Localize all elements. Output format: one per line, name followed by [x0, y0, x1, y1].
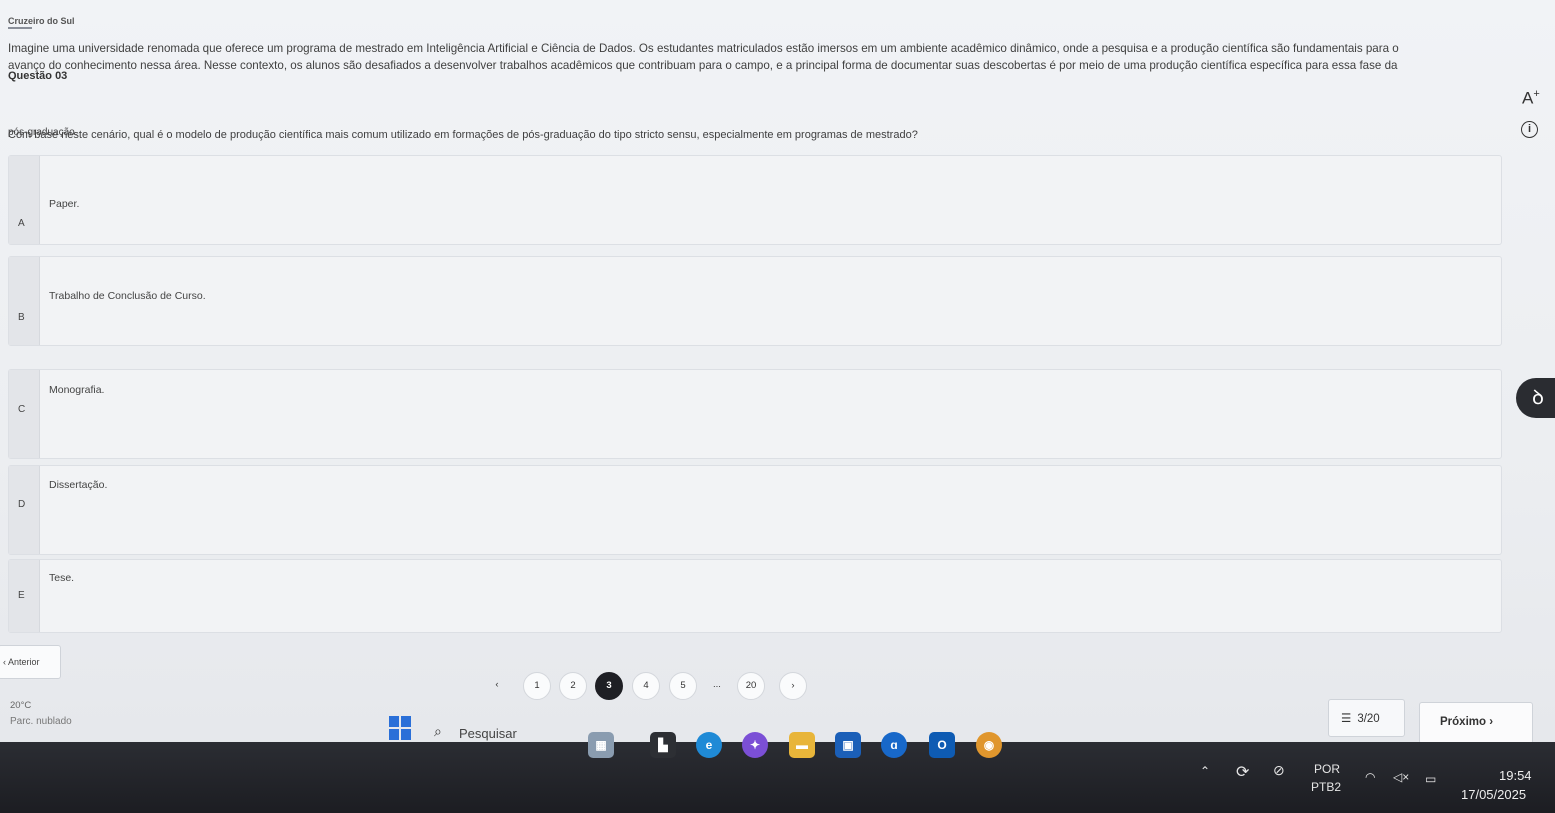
- info-label: i: [1527, 123, 1532, 135]
- statement-line-2: avanço do conhecimento nessa área. Nesse…: [8, 59, 1398, 72]
- battery-icon[interactable]: ▭: [1425, 772, 1436, 786]
- option-b[interactable]: B Trabalho de Conclusão de Curso.: [8, 256, 1502, 346]
- option-letter-column: [9, 257, 40, 345]
- statement-line-1: Imagine uma universidade renomada que of…: [8, 42, 1399, 55]
- option-letter: B: [18, 312, 25, 323]
- option-c[interactable]: C Monografia.: [8, 369, 1502, 459]
- page-2[interactable]: 2: [559, 672, 587, 700]
- info-icon[interactable]: i: [1521, 121, 1538, 138]
- taskbar-app-explorer-icon[interactable]: ▬: [789, 732, 815, 758]
- taskbar-app-store-icon[interactable]: ▣: [835, 732, 861, 758]
- previous-button[interactable]: ‹ Anterior: [0, 645, 61, 679]
- page-5[interactable]: 5: [669, 672, 697, 700]
- option-letter: C: [18, 404, 26, 415]
- option-letter: A: [18, 218, 25, 229]
- taskbar-app-copilot-icon[interactable]: ✦: [742, 732, 768, 758]
- sync-icon[interactable]: ⟳: [1236, 762, 1249, 782]
- question-prompt: Com base neste cenário, qual é o modelo …: [8, 129, 918, 141]
- taskbar-app-widget-icon[interactable]: ▦: [588, 732, 614, 758]
- font-size-plus: +: [1533, 88, 1540, 100]
- font-size-increase-icon[interactable]: A+: [1522, 88, 1540, 109]
- counter-value: 3/20: [1357, 713, 1380, 725]
- font-size-label: A: [1522, 88, 1534, 108]
- pager-next-arrow[interactable]: ›: [779, 672, 807, 700]
- list-icon: ☰: [1341, 713, 1352, 725]
- option-text: Trabalho de Conclusão de Curso.: [49, 290, 206, 302]
- pager-prev-arrow[interactable]: ‹: [483, 672, 511, 700]
- taskbar-app-outlook-icon[interactable]: O: [929, 732, 955, 758]
- page-ellipsis: ...: [713, 679, 721, 690]
- option-letter: E: [18, 590, 25, 601]
- no-notifications-icon[interactable]: ⊘: [1273, 762, 1285, 779]
- volume-muted-icon[interactable]: ◁×: [1393, 770, 1409, 784]
- question-counter[interactable]: ☰ 3/20: [1328, 699, 1405, 737]
- search-icon: ⌕: [434, 723, 442, 739]
- search-placeholder: Pesquisar: [459, 726, 517, 741]
- page-4[interactable]: 4: [632, 672, 660, 700]
- option-text: Paper.: [49, 198, 80, 210]
- exam-page: Cruzeiro do Sul Questão 03 Imagine uma u…: [0, 0, 1555, 744]
- taskbar-app-chrome-icon[interactable]: ◉: [976, 732, 1002, 758]
- option-a[interactable]: A Paper.: [8, 155, 1502, 245]
- option-d[interactable]: D Dissertação.: [8, 465, 1502, 555]
- page-1[interactable]: 1: [523, 672, 551, 700]
- clock-time[interactable]: 19:54: [1499, 768, 1532, 783]
- option-text: Tese.: [49, 572, 75, 584]
- option-letter-column: [9, 466, 40, 554]
- taskbar-app-assistant-icon[interactable]: ɑ: [881, 732, 907, 758]
- option-e[interactable]: E Tese.: [8, 559, 1502, 633]
- taskbar-app-edge-icon[interactable]: e: [696, 732, 722, 758]
- tray-chevron-icon[interactable]: ⌃: [1200, 764, 1210, 778]
- page-3-active[interactable]: 3: [595, 672, 623, 700]
- weather-description: Parc. nublado: [10, 716, 72, 727]
- option-text: Monografia.: [49, 384, 105, 396]
- wifi-icon[interactable]: ◠: [1365, 770, 1375, 784]
- option-letter: D: [18, 499, 26, 510]
- page-20[interactable]: 20: [737, 672, 765, 700]
- next-button[interactable]: Próximo ›: [1419, 702, 1533, 744]
- clock-date[interactable]: 17/05/2025: [1461, 787, 1526, 802]
- keyboard-layout[interactable]: PTB2: [1311, 780, 1341, 794]
- assistant-icon[interactable]: ꝺ: [1516, 378, 1555, 418]
- taskbar: ⌃ ⟳ ⊘ POR PTB2 ◠ ◁× ▭: [0, 742, 1555, 813]
- logo-underline: [8, 27, 32, 29]
- language-indicator[interactable]: POR: [1314, 762, 1340, 776]
- option-text: Dissertação.: [49, 479, 108, 491]
- taskbar-app-taskview-icon[interactable]: ▙: [650, 732, 676, 758]
- university-logo: Cruzeiro do Sul: [8, 16, 75, 26]
- windows-start-icon[interactable]: [389, 716, 411, 740]
- option-letter-column: [9, 156, 40, 244]
- weather-temperature: 20°C: [10, 700, 32, 711]
